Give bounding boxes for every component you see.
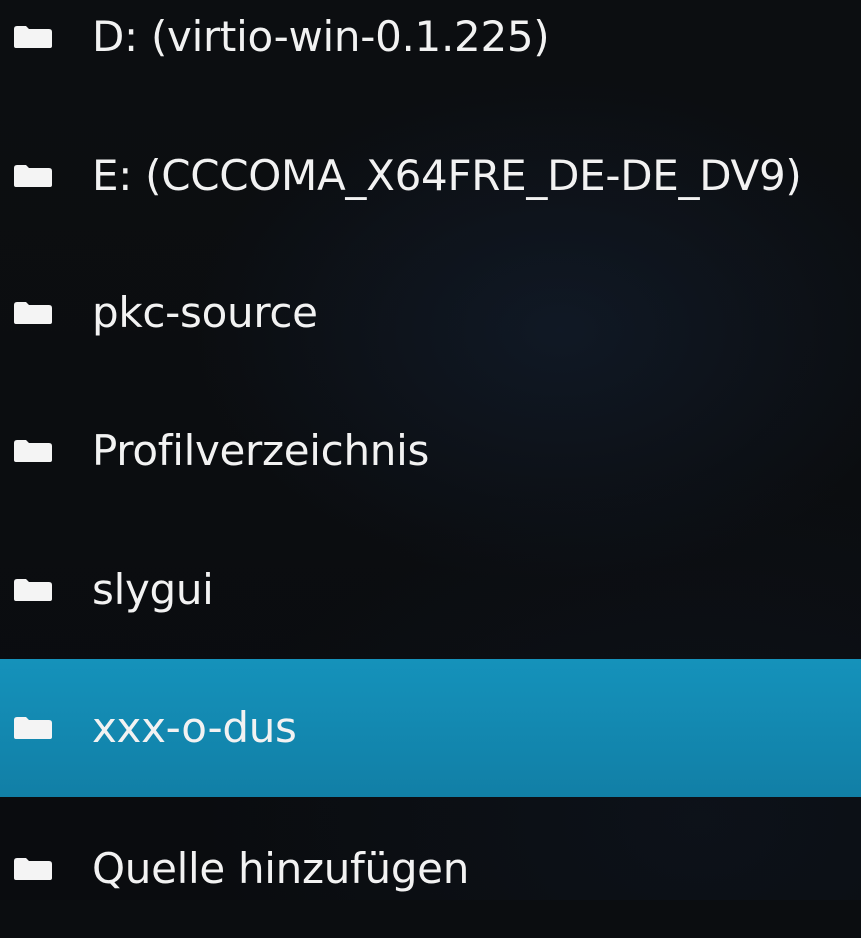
list-item-label: pkc-source [92, 288, 318, 337]
list-item-profilverzeichnis[interactable]: Profilverzeichnis [0, 382, 861, 520]
list-item-slygui[interactable]: slygui [0, 521, 861, 659]
list-item-label: slygui [92, 565, 214, 614]
folder-icon [12, 25, 54, 49]
folder-icon [12, 439, 54, 463]
list-item-pkc-source[interactable]: pkc-source [0, 244, 861, 382]
list-item-label: xxx-o-dus [92, 703, 297, 752]
folder-icon [12, 716, 54, 740]
list-item-add-source[interactable]: Quelle hinzufügen [0, 800, 861, 938]
folder-icon [12, 164, 54, 188]
list-item-label: D: (virtio-win-0.1.225) [92, 12, 550, 61]
list-item-xxx-o-dus[interactable]: xxx-o-dus [0, 659, 861, 797]
list-item-label: Profilverzeichnis [92, 426, 430, 475]
folder-icon [12, 578, 54, 602]
list-item-d-drive[interactable]: D: (virtio-win-0.1.225) [0, 0, 861, 106]
list-item-e-drive[interactable]: E: (CCCOMA_X64FRE_DE-DE_DV9) [0, 107, 861, 245]
folder-icon [12, 857, 54, 881]
list-item-label: E: (CCCOMA_X64FRE_DE-DE_DV9) [92, 151, 802, 200]
list-item-label: Quelle hinzufügen [92, 844, 470, 893]
folder-icon [12, 301, 54, 325]
source-list: D: (virtio-win-0.1.225) E: (CCCOMA_X64FR… [0, 0, 861, 900]
